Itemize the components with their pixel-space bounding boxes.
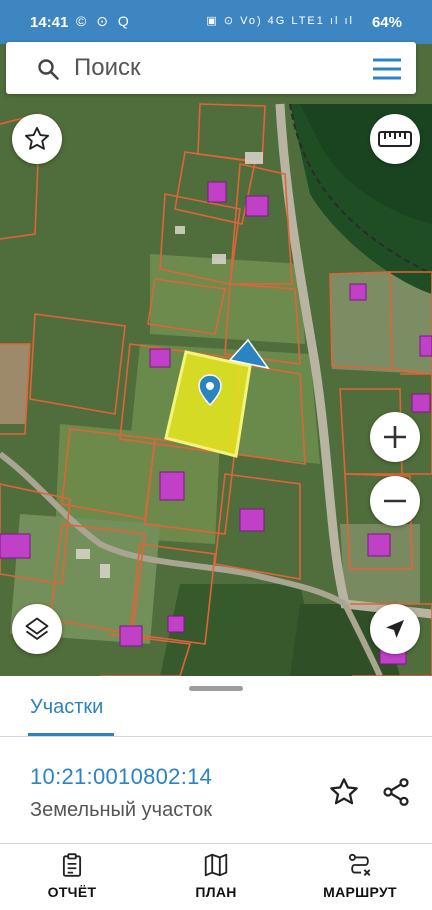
route-icon (348, 853, 371, 876)
divider (0, 843, 432, 844)
sheet-drag-handle[interactable] (189, 686, 243, 691)
share-icon[interactable] (380, 776, 412, 808)
minus-icon (384, 499, 406, 503)
divider (0, 736, 432, 737)
map-view[interactable] (0, 44, 432, 676)
status-icons-left: © ⊙ Q (76, 13, 132, 29)
nav-route[interactable]: МАРШРУТ (300, 852, 420, 900)
favorites-map-button[interactable] (12, 114, 62, 164)
ruler-icon (378, 131, 412, 147)
nav-plan[interactable]: ПЛАН (156, 852, 276, 900)
status-bar: 14:41 © ⊙ Q ▣ ⊙ Vo) 4G LTE1 ıl ıl 64% (0, 0, 432, 44)
navigation-arrow-icon (386, 620, 404, 638)
map-icon (204, 853, 228, 877)
ruler-button[interactable] (370, 114, 420, 164)
search-icon[interactable] (36, 57, 60, 81)
zoom-out-button[interactable] (370, 476, 420, 526)
nav-report[interactable]: ОТЧЁТ (12, 852, 132, 900)
map-pin-icon[interactable] (197, 374, 223, 406)
clipboard-icon (62, 853, 82, 877)
zoom-in-button[interactable] (370, 412, 420, 462)
search-bar (6, 42, 416, 94)
battery-level: 64% (371, 14, 402, 31)
tab-parcels[interactable]: Участки (30, 696, 103, 719)
nav-report-label: ОТЧЁТ (47, 884, 97, 900)
nav-plan-label: ПЛАН (195, 884, 237, 900)
star-icon (24, 126, 50, 150)
layers-icon (25, 617, 49, 640)
plus-icon (384, 426, 406, 448)
nav-route-label: МАРШРУТ (323, 884, 397, 900)
my-location-button[interactable] (370, 604, 420, 654)
star-icon[interactable] (328, 776, 360, 808)
search-input[interactable] (74, 50, 354, 86)
hamburger-menu-icon[interactable] (372, 58, 402, 80)
bottom-sheet: Участки 10:21:0010802:14 Земельный участ… (0, 676, 432, 910)
cadastral-number[interactable]: 10:21:0010802:14 (30, 764, 212, 790)
status-icons-right: ▣ ⊙ Vo) 4G LTE1 ıl ıl (206, 15, 354, 27)
satellite-map (0, 44, 432, 676)
parcel-type: Земельный участок (30, 799, 213, 821)
status-time: 14:41 (30, 14, 69, 31)
layers-button[interactable] (12, 604, 62, 654)
